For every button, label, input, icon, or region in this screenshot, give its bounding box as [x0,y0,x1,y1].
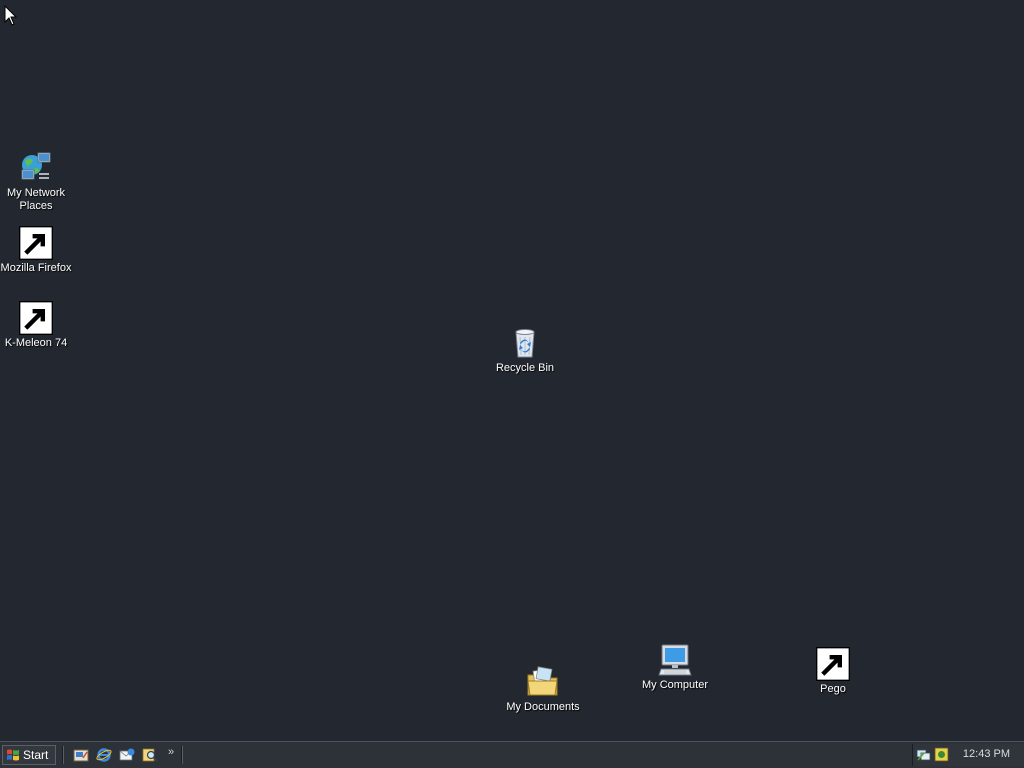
desktop-icon-my-network-places[interactable]: My Network Places [0,151,78,213]
taskbar-clock[interactable]: 12:43 PM [963,748,1010,760]
security-tray-icon[interactable] [934,747,949,762]
shortcut-arrow-icon [816,647,850,681]
quick-launch-overflow-button[interactable]: » [168,746,174,758]
desktop-icon-label: My Documents [506,701,580,713]
shortcut-arrow-icon [19,226,53,260]
windows-logo-icon [7,749,19,761]
pego-icon [816,647,850,681]
outlook-express-icon[interactable] [119,747,135,763]
shortcut-arrow-icon [19,301,53,335]
start-button[interactable]: Start [2,745,56,765]
mouse-pointer-icon [4,5,18,26]
taskbar-separator [181,746,183,764]
desktop-icon-my-computer[interactable]: My Computer [633,643,717,692]
desktop-icon-my-documents[interactable]: My Documents [501,665,585,714]
taskbar: Start » 12:43 PM [0,741,1024,768]
desktop-icon-label: My Network Places [6,187,66,212]
desktop-icon-label: Pego [820,683,846,695]
desktop[interactable]: My Network Places Mozilla Firefox K-Mele… [0,0,1024,741]
desktop-icon-k-meleon[interactable]: K-Meleon 74 [0,301,78,350]
recycle-bin-icon [508,326,542,360]
taskbar-separator [62,746,64,764]
desktop-icon-mozilla-firefox[interactable]: Mozilla Firefox [0,226,78,275]
desktop-icon-label: Recycle Bin [495,362,555,374]
desktop-icon-label: K-Meleon 74 [4,337,68,349]
network-places-icon [19,151,53,185]
network-tray-icon[interactable] [916,747,931,762]
desktop-icon-pego[interactable]: Pego [791,647,875,696]
internet-explorer-icon[interactable] [96,747,112,763]
firefox-icon [19,226,53,260]
system-tray: 12:43 PM [912,744,1024,766]
desktop-icon-label: Mozilla Firefox [0,262,72,274]
desktop-icon-label: My Computer [641,679,709,691]
my-computer-icon [658,643,692,677]
search-icon[interactable] [142,747,158,763]
desktop-icon-recycle-bin[interactable]: Recycle Bin [483,326,567,375]
show-desktop-icon[interactable] [73,747,89,763]
k-meleon-icon [19,301,53,335]
my-documents-icon [526,665,560,699]
start-button-label: Start [23,748,49,762]
